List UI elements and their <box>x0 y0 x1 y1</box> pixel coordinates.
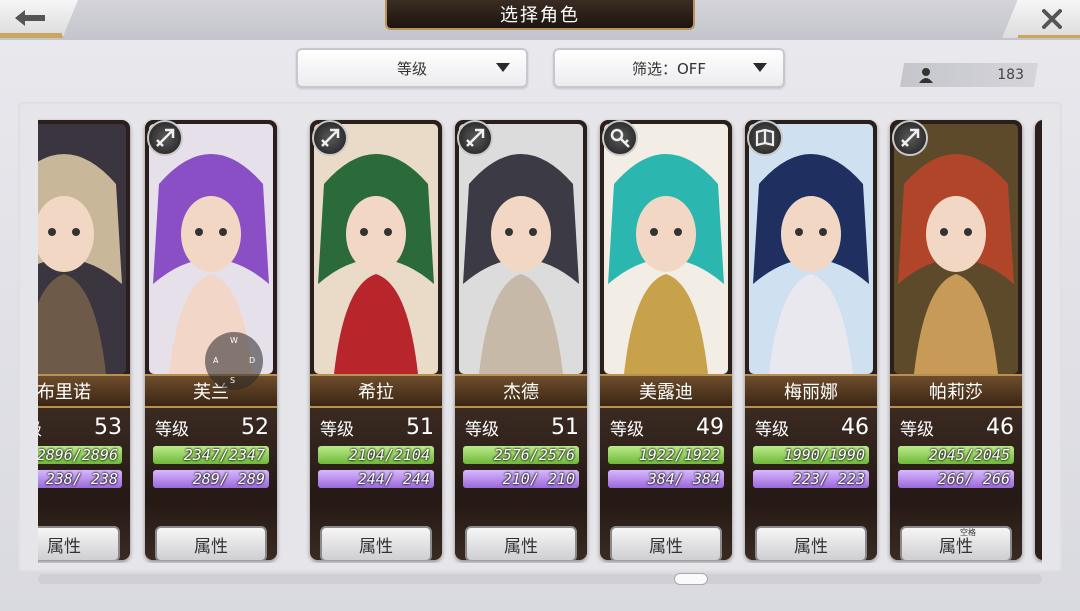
character-card[interactable]: 芙兰 等级 52 2347/2347 289/ 289 属性 <box>145 120 277 560</box>
level-label: 等级 <box>610 419 644 440</box>
level-label: 等级 <box>755 419 789 440</box>
level-row: 等级 51 <box>465 412 579 442</box>
character-card[interactable]: 梅丽娜 等级 46 1990/1990 223/ 223 属性 <box>745 120 877 560</box>
hp-bar: 2896/2896 <box>38 446 122 464</box>
joystick-key-s: S <box>230 376 236 385</box>
character-stats: 等级 51 2576/2576 210/ 210 属性 <box>455 408 587 560</box>
sort-label: 等级 <box>396 59 427 78</box>
roster-count: 183 <box>900 63 1038 87</box>
character-card[interactable]: 布里诺 等级 53 2896/2896 238/ 238 属性 <box>38 120 130 560</box>
arrow-icon <box>312 120 348 156</box>
filter-dropdown[interactable]: 筛选：OFF <box>553 48 785 88</box>
hp-bar: 2104/2104 <box>318 446 434 464</box>
level-value: 51 <box>551 414 579 440</box>
joystick-key-w: W <box>230 336 238 345</box>
attributes-button[interactable]: 属性 <box>610 526 722 560</box>
character-name: 杰德 <box>455 374 587 408</box>
character-card[interactable]: 希拉 等级 51 2104/2104 244/ 244 属性 <box>310 120 442 560</box>
level-row: 等级 49 <box>610 412 724 442</box>
hp-bar: 2045/2045 <box>898 446 1014 464</box>
level-value: 51 <box>406 414 434 440</box>
character-list[interactable]: 布里诺 等级 53 2896/2896 238/ 238 属性 芙兰 <box>38 118 1042 563</box>
character-name: 布里诺 <box>38 374 130 408</box>
scroll-thumb[interactable] <box>674 573 708 585</box>
character-card[interactable]: 杰德 等级 51 2576/2576 210/ 210 属性 <box>455 120 587 560</box>
character-portrait <box>459 124 583 374</box>
level-row: 等级 52 <box>155 412 269 442</box>
hp-bar: 2576/2576 <box>463 446 579 464</box>
character-stats: 等级 51 2104/2104 244/ 244 属性 <box>310 408 442 560</box>
mp-bar: 244/ 244 <box>318 470 434 488</box>
roster-count-value: 183 <box>997 67 1024 83</box>
level-label: 等级 <box>38 415 42 440</box>
character-card[interactable] <box>1035 120 1042 560</box>
horizontal-scrollbar[interactable] <box>38 574 1042 584</box>
book-icon <box>747 120 783 156</box>
character-portrait <box>604 124 728 374</box>
mp-bar: 210/ 210 <box>463 470 579 488</box>
overlay-tag: 空格 <box>960 528 976 537</box>
character-portrait <box>149 124 273 374</box>
character-name: 希拉 <box>310 374 442 408</box>
joystick-key-a: A <box>213 356 219 365</box>
arrow-icon <box>147 120 183 156</box>
character-portrait <box>894 124 1018 374</box>
page-title: 选择角色 <box>385 0 695 30</box>
arrow-icon <box>892 120 928 156</box>
close-icon <box>1042 9 1062 29</box>
level-row: 等级 46 <box>900 412 1014 442</box>
character-stats: 等级 53 2896/2896 238/ 238 属性 <box>38 408 130 560</box>
character-name: 梅丽娜 <box>745 374 877 408</box>
attributes-button[interactable]: 属性 <box>38 526 120 560</box>
mp-bar: 238/ 238 <box>38 470 122 488</box>
filter-label: 筛选：OFF <box>631 59 707 78</box>
level-label: 等级 <box>155 419 189 440</box>
level-label: 等级 <box>320 419 354 440</box>
hp-bar: 1922/1922 <box>608 446 724 464</box>
character-stats: 等级 49 1922/1922 384/ 384 属性 <box>600 408 732 560</box>
chevron-down-icon <box>496 63 510 72</box>
joystick-overlay: W A S D <box>205 332 263 390</box>
chevron-down-icon <box>753 63 767 72</box>
level-value: 49 <box>696 414 724 440</box>
hp-bar: 2347/2347 <box>153 446 269 464</box>
key-icon <box>602 120 638 156</box>
level-value: 52 <box>241 414 269 440</box>
level-label: 等级 <box>900 419 934 440</box>
character-stats: 等级 46 2045/2045 266/ 266 属性 <box>890 408 1022 560</box>
mp-bar: 266/ 266 <box>898 470 1014 488</box>
user-icon <box>919 68 933 83</box>
attributes-button[interactable]: 属性 <box>155 526 267 560</box>
level-value: 53 <box>94 414 122 440</box>
joystick-key-d: D <box>249 356 256 365</box>
level-value: 46 <box>986 414 1014 440</box>
attributes-button[interactable]: 属性 <box>900 526 1012 560</box>
attributes-button[interactable]: 属性 <box>465 526 577 560</box>
character-stats: 等级 52 2347/2347 289/ 289 属性 <box>145 408 277 560</box>
attributes-button[interactable]: 属性 <box>320 526 432 560</box>
character-name: 帕莉莎 <box>890 374 1022 408</box>
mp-bar: 289/ 289 <box>153 470 269 488</box>
arrow-icon <box>457 120 493 156</box>
character-portrait <box>749 124 873 374</box>
level-row: 等级 51 <box>320 412 434 442</box>
level-row: 等级 53 <box>38 412 122 442</box>
back-arrow-icon <box>15 10 45 26</box>
mp-bar: 223/ 223 <box>753 470 869 488</box>
level-value: 46 <box>841 414 869 440</box>
mp-bar: 384/ 384 <box>608 470 724 488</box>
character-card[interactable]: 美露迪 等级 49 1922/1922 384/ 384 属性 <box>600 120 732 560</box>
level-row: 等级 46 <box>755 412 869 442</box>
character-portrait <box>38 124 126 374</box>
hp-bar: 1990/1990 <box>753 446 869 464</box>
character-name: 美露迪 <box>600 374 732 408</box>
character-card[interactable]: 帕莉莎 等级 46 2045/2045 266/ 266 属性 <box>890 120 1022 560</box>
level-label: 等级 <box>465 419 499 440</box>
character-portrait <box>314 124 438 374</box>
character-stats: 等级 46 1990/1990 223/ 223 属性 <box>745 408 877 560</box>
sort-dropdown[interactable]: 等级 <box>296 48 528 88</box>
attributes-button[interactable]: 属性 <box>755 526 867 560</box>
